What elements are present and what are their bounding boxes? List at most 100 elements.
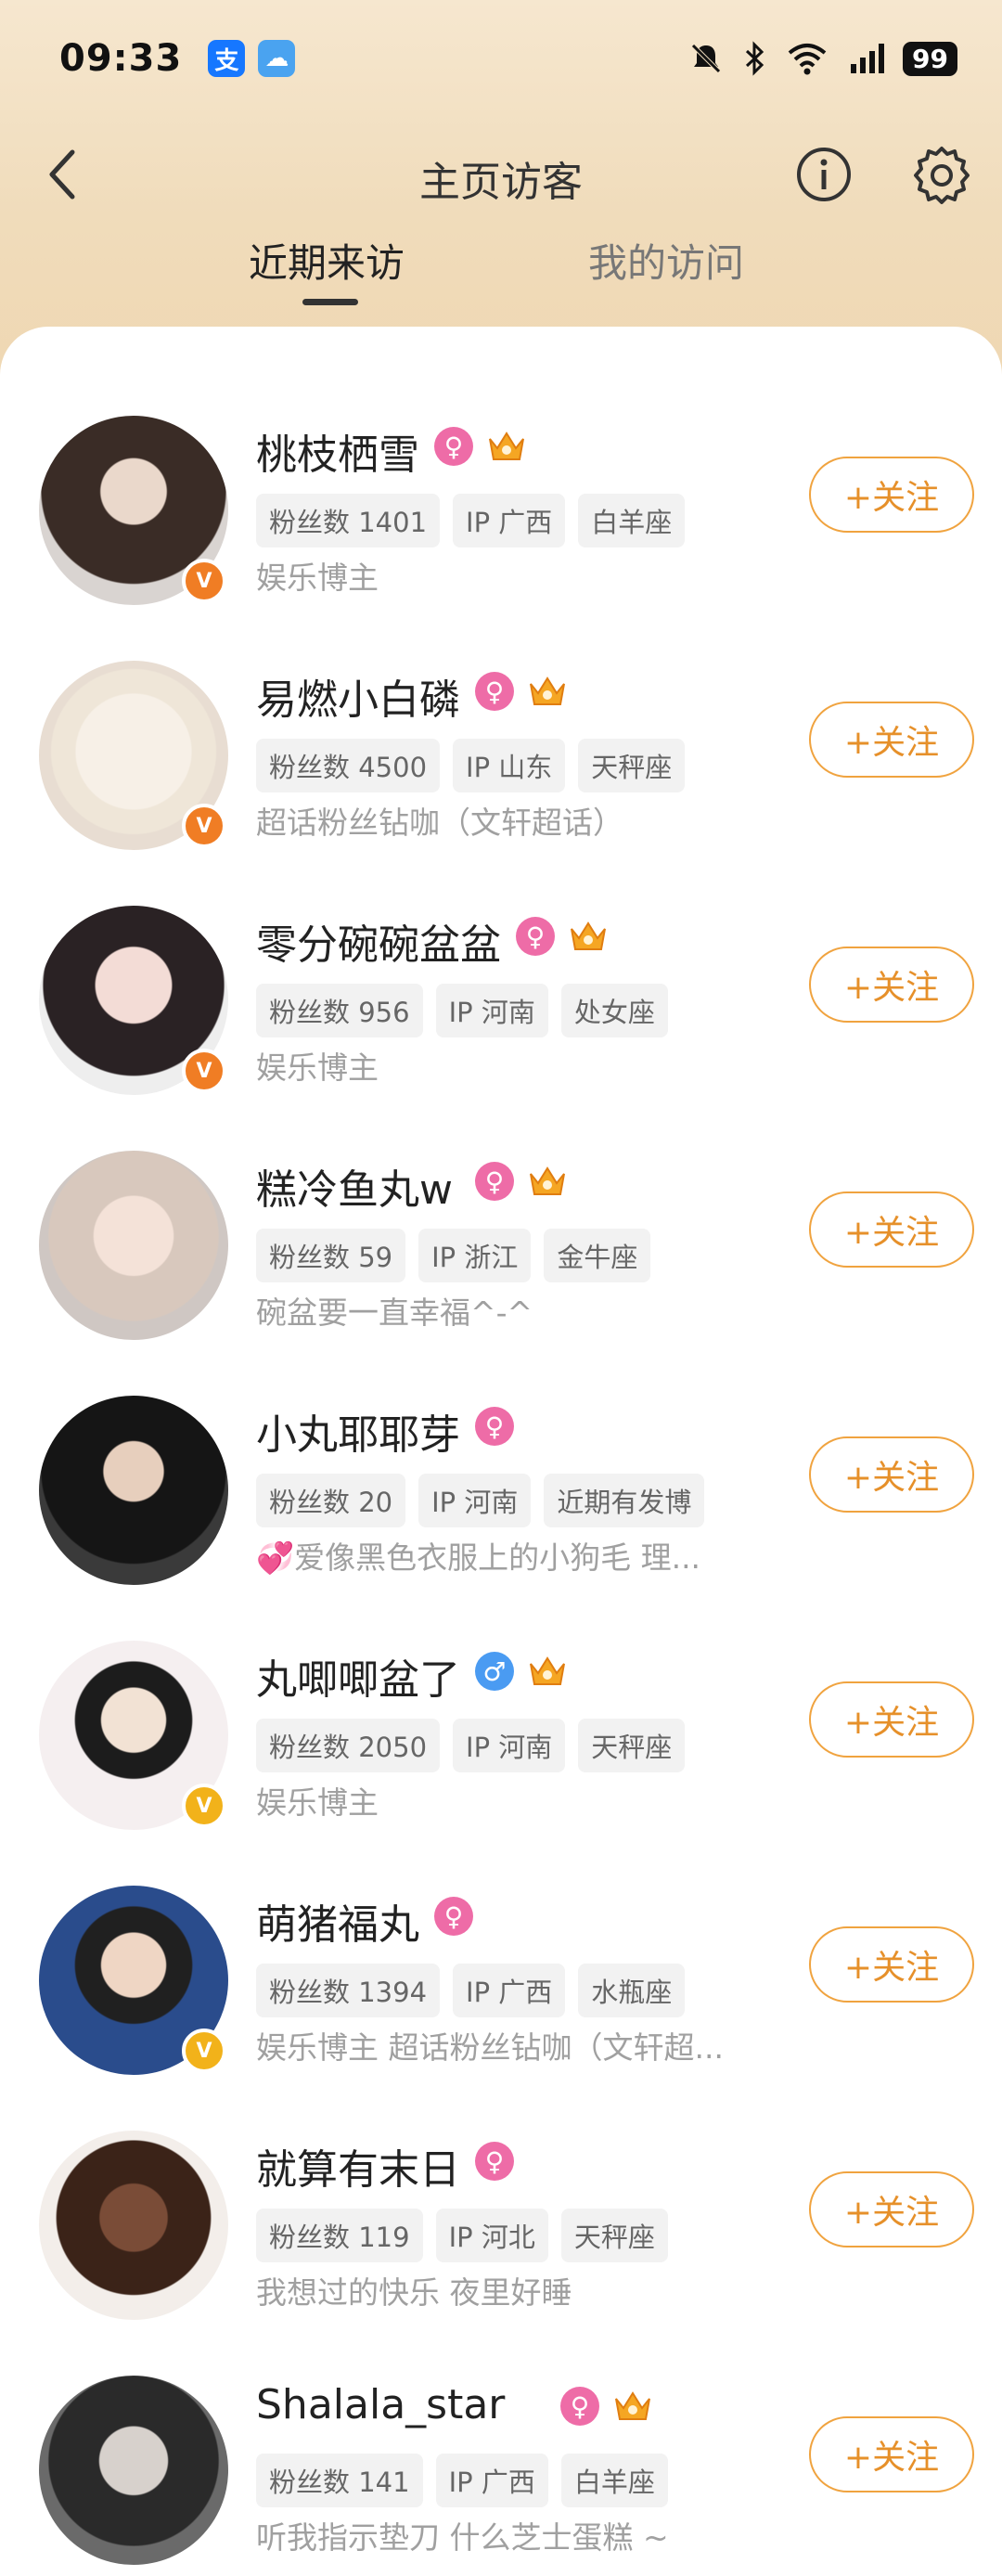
- visitor-row[interactable]: 就算有末日 ♀ 粉丝数 119 IP 河北 天秤座 我想过的快乐 夜里好睡 +关…: [0, 2060, 1002, 2320]
- follow-button[interactable]: +关注: [809, 1436, 974, 1513]
- visitor-row[interactable]: V 萌猪福丸 ♀ 粉丝数 1394 IP 广西 水瓶座 娱乐博主 超话粉丝钻咖（…: [0, 1815, 1002, 2075]
- badge-group: ♀: [475, 672, 568, 711]
- ip-location-tag: IP 河南: [418, 1474, 532, 1527]
- info-tag: 近期有发博: [544, 1474, 705, 1527]
- member-crown-icon: [486, 427, 527, 466]
- info-tag: 水瓶座: [578, 1964, 686, 2017]
- visitor-row[interactable]: V 桃枝栖雪 ♀ 粉丝数 1401 IP 广西 白羊座 娱乐博主 +关注: [0, 345, 1002, 605]
- follow-button[interactable]: +关注: [809, 947, 974, 1023]
- visitor-name[interactable]: 糕冷鱼丸w: [256, 1156, 453, 1216]
- member-crown-icon: [527, 1162, 568, 1201]
- fans-count-tag: 粉丝数 4500: [256, 739, 441, 792]
- tag-group: 粉丝数 4500 IP 山东 天秤座: [256, 739, 686, 792]
- tag-group: 粉丝数 20 IP 河南 近期有发博: [256, 1474, 705, 1527]
- visitor-row[interactable]: 小丸耶耶芽 ♀ 粉丝数 20 IP 河南 近期有发博 💞爱像黑色衣服上的小狗毛 …: [0, 1325, 1002, 1585]
- tag-group: 粉丝数 119 IP 河北 天秤座: [256, 2209, 668, 2262]
- follow-button[interactable]: +关注: [809, 1681, 974, 1758]
- tag-group: 粉丝数 59 IP 浙江 金牛座: [256, 1229, 651, 1282]
- badge-group: ♀: [475, 1407, 514, 1446]
- info-tag: 金牛座: [544, 1229, 651, 1282]
- mute-icon: [691, 44, 721, 73]
- badge-group: ♀: [475, 2142, 514, 2181]
- ip-location-tag: IP 河北: [435, 2209, 548, 2262]
- tag-group: 粉丝数 956 IP 河南 处女座: [256, 984, 668, 1037]
- badge-group: ♂: [475, 1652, 568, 1691]
- tag-group: 粉丝数 141 IP 广西 白羊座: [256, 2454, 668, 2507]
- tag-group: 粉丝数 1401 IP 广西 白羊座: [256, 494, 686, 547]
- info-tag: 天秤座: [578, 739, 686, 792]
- visitor-row[interactable]: V 丸唧唧盆了 ♂ 粉丝数 2050 IP 河南 天秤座 娱乐博主 +关注: [0, 1570, 1002, 1830]
- visitor-name[interactable]: 易燃小白磷: [256, 666, 460, 726]
- member-crown-icon: [527, 672, 568, 711]
- gender-female-icon: ♀: [560, 2387, 599, 2426]
- avatar[interactable]: [39, 2131, 228, 2320]
- visitor-row[interactable]: 糕冷鱼丸w ♀ 粉丝数 59 IP 浙江 金牛座 碗盆要一直幸福^-^ +关注: [0, 1080, 1002, 1340]
- status-time: 09:33: [59, 37, 183, 80]
- visitor-name[interactable]: 小丸耶耶芽: [256, 1401, 460, 1461]
- visitor-name[interactable]: 桃枝栖雪: [256, 421, 419, 481]
- wifi-icon: [788, 44, 827, 75]
- tab-recent-visits[interactable]: 近期来访: [249, 232, 405, 289]
- info-tag: 天秤座: [578, 1719, 686, 1772]
- fans-count-tag: 粉丝数 2050: [256, 1719, 441, 1772]
- gender-female-icon: ♀: [434, 427, 473, 466]
- visitor-name[interactable]: 丸唧唧盆了: [256, 1646, 460, 1706]
- info-tag: 白羊座: [578, 494, 686, 547]
- badge-group: ♀: [434, 1897, 473, 1936]
- fans-count-tag: 粉丝数 1401: [256, 494, 441, 547]
- badge-group: ♀: [516, 917, 609, 956]
- visitor-name[interactable]: 萌猪福丸: [256, 1891, 419, 1951]
- member-crown-icon: [612, 2387, 653, 2426]
- visitor-row[interactable]: Shalala_star ♀ 粉丝数 141 IP 广西 白羊座 听我指示垫刀 …: [0, 2305, 1002, 2565]
- gender-female-icon: ♀: [434, 1897, 473, 1936]
- fans-count-tag: 粉丝数 956: [256, 984, 423, 1037]
- ip-location-tag: IP 山东: [453, 739, 566, 792]
- fans-count-tag: 粉丝数 20: [256, 1474, 406, 1527]
- badge-group: ♀: [434, 427, 527, 466]
- visitor-name[interactable]: 就算有末日: [256, 2136, 460, 2196]
- follow-button[interactable]: +关注: [809, 1926, 974, 2003]
- visitor-row[interactable]: V 零分碗碗盆盆 ♀ 粉丝数 956 IP 河南 处女座 娱乐博主 +关注: [0, 835, 1002, 1095]
- fans-count-tag: 粉丝数 119: [256, 2209, 423, 2262]
- battery-level: 99: [903, 41, 957, 76]
- ip-location-tag: IP 河南: [435, 984, 548, 1037]
- info-icon[interactable]: [794, 145, 854, 204]
- member-crown-icon: [568, 917, 609, 956]
- info-tag: 处女座: [560, 984, 668, 1037]
- tab-my-visits[interactable]: 我的访问: [588, 232, 744, 289]
- tab-bar: 近期来访 我的访问: [0, 232, 1002, 306]
- follow-button[interactable]: +关注: [809, 1191, 974, 1268]
- fans-count-tag: 粉丝数 141: [256, 2454, 423, 2507]
- visitor-name[interactable]: 零分碗碗盆盆: [256, 911, 501, 971]
- ip-location-tag: IP 广西: [435, 2454, 548, 2507]
- follow-button[interactable]: +关注: [809, 702, 974, 778]
- gender-female-icon: ♀: [475, 1407, 514, 1446]
- visitor-name[interactable]: Shalala_star: [256, 2381, 505, 2428]
- follow-button[interactable]: +关注: [809, 2171, 974, 2248]
- gender-male-icon: ♂: [475, 1652, 514, 1691]
- alipay-icon: 支: [208, 40, 246, 77]
- fans-count-tag: 粉丝数 1394: [256, 1964, 441, 2017]
- follow-button[interactable]: +关注: [809, 457, 974, 533]
- member-crown-icon: [527, 1652, 568, 1691]
- avatar[interactable]: [39, 1151, 228, 1340]
- avatar[interactable]: [39, 1396, 228, 1585]
- info-tag: 天秤座: [560, 2209, 668, 2262]
- badge-group: ♀: [475, 1162, 568, 1201]
- fans-count-tag: 粉丝数 59: [256, 1229, 406, 1282]
- ip-location-tag: IP 河南: [453, 1719, 566, 1772]
- follow-button[interactable]: +关注: [809, 2416, 974, 2492]
- gender-female-icon: ♀: [516, 917, 555, 956]
- bluetooth-icon: [746, 41, 764, 76]
- nav-bar: 主页访客: [0, 137, 1002, 212]
- tag-group: 粉丝数 2050 IP 河南 天秤座: [256, 1719, 686, 1772]
- status-bar: 09:33 支 ☁ 99: [59, 35, 957, 82]
- ip-location-tag: IP 广西: [453, 494, 566, 547]
- avatar[interactable]: [39, 2376, 228, 2565]
- visitor-row[interactable]: V 易燃小白磷 ♀ 粉丝数 4500 IP 山东 天秤座 超话粉丝钻咖（文轩超话…: [0, 590, 1002, 850]
- weather-icon: ☁: [258, 40, 296, 77]
- info-tag: 白羊座: [560, 2454, 668, 2507]
- settings-gear-icon[interactable]: [909, 143, 974, 208]
- ip-location-tag: IP 浙江: [418, 1229, 532, 1282]
- gender-female-icon: ♀: [475, 672, 514, 711]
